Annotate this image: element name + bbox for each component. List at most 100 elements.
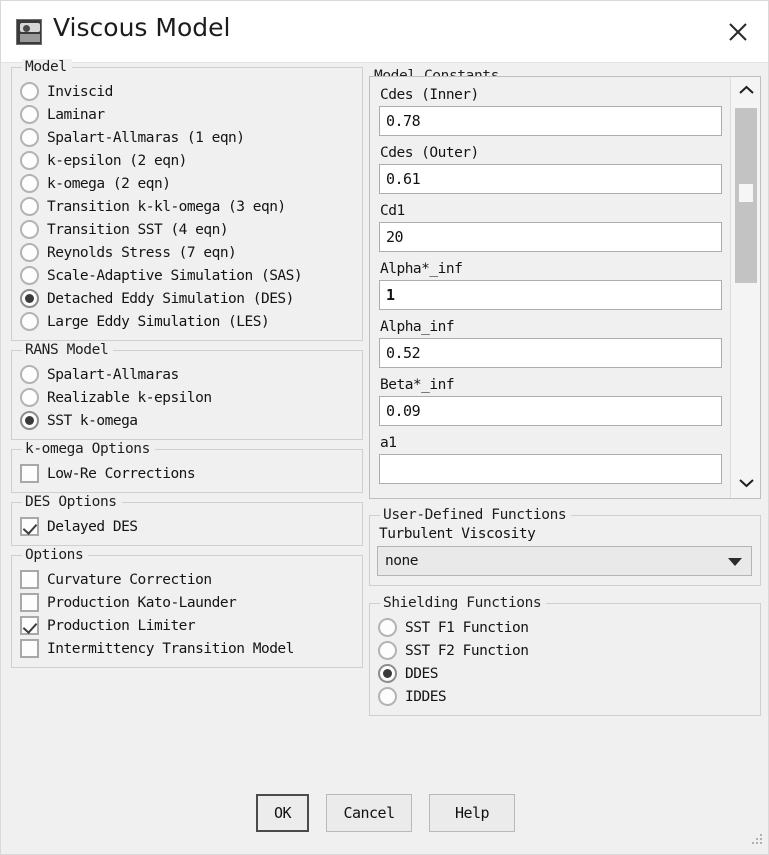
cancel-button[interactable]: Cancel: [326, 794, 413, 832]
radio-label: Inviscid: [47, 83, 113, 100]
radio-label: Spalart-Allmaras (1 eqn): [47, 129, 245, 146]
radio-label: Scale-Adaptive Simulation (SAS): [47, 267, 303, 284]
radio-label: Reynolds Stress (7 eqn): [47, 244, 237, 261]
checkbox-intermittency-transition-model[interactable]: Intermittency Transition Model: [20, 637, 356, 660]
turbulent-viscosity-dropdown[interactable]: none: [377, 546, 752, 576]
checkbox-production-kato-launder[interactable]: Production Kato-Launder: [20, 591, 356, 614]
rans-model-group-items: Spalart-Allmaras Realizable k-epsilon SS…: [12, 351, 362, 439]
dialog-button-row: OK Cancel Help: [1, 794, 768, 832]
input-alpha-inf[interactable]: [379, 338, 722, 368]
radio-sst-f1-function[interactable]: SST F1 Function: [378, 616, 754, 639]
k-omega-options-group: k-omega Options Low-Re Corrections: [11, 441, 363, 493]
page-title: Viscous Model: [53, 13, 231, 42]
radio-label: Realizable k-epsilon: [47, 389, 212, 406]
rans-model-group-legend: RANS Model: [22, 342, 114, 358]
radio-transition-sst[interactable]: Transition SST (4 eqn): [20, 218, 356, 241]
right-column: Model Constants Cdes (Inner) Cdes (Outer…: [369, 67, 761, 725]
checkbox-indicator: [20, 639, 39, 658]
radio-scale-adaptive-simulation[interactable]: Scale-Adaptive Simulation (SAS): [20, 264, 356, 287]
checkbox-label: Production Kato-Launder: [47, 594, 237, 611]
label-beta-star-inf: Beta*_inf: [380, 377, 455, 393]
turbulent-viscosity-label: Turbulent Viscosity: [379, 526, 536, 542]
input-cdes-outer[interactable]: [379, 164, 722, 194]
radio-indicator: [378, 618, 397, 637]
radio-indicator: [20, 220, 39, 239]
checkbox-delayed-des[interactable]: Delayed DES: [20, 515, 356, 538]
radio-spalart-allmaras[interactable]: Spalart-Allmaras (1 eqn): [20, 126, 356, 149]
radio-detached-eddy-simulation[interactable]: Detached Eddy Simulation (DES): [20, 287, 356, 310]
radio-indicator: [378, 687, 397, 706]
model-group-legend: Model: [22, 59, 72, 75]
radio-iddes[interactable]: IDDES: [378, 685, 754, 708]
radio-sst-f2-function[interactable]: SST F2 Function: [378, 639, 754, 662]
rans-model-group: RANS Model Spalart-Allmaras Realizable k…: [11, 342, 363, 440]
left-column: Model Inviscid Laminar Spalart-Allmaras …: [11, 59, 363, 677]
input-cdes-inner[interactable]: [379, 106, 722, 136]
chevron-down-icon[interactable]: [731, 470, 760, 498]
checkbox-indicator: [20, 570, 39, 589]
radio-indicator: [20, 82, 39, 101]
radio-k-epsilon[interactable]: k-epsilon (2 eqn): [20, 149, 356, 172]
scrollbar-thumb[interactable]: [735, 108, 757, 283]
radio-label: IDDES: [405, 688, 447, 705]
model-constants-scrollbar[interactable]: [730, 77, 760, 498]
radio-reynolds-stress[interactable]: Reynolds Stress (7 eqn): [20, 241, 356, 264]
user-defined-functions-legend: User-Defined Functions: [380, 507, 572, 523]
radio-indicator: [20, 365, 39, 384]
shielding-functions-items: SST F1 Function SST F2 Function DDES IDD…: [370, 604, 760, 715]
radio-label: Laminar: [47, 106, 105, 123]
title-bar: Viscous Model: [1, 1, 768, 63]
label-alpha-inf: Alpha_inf: [380, 319, 455, 335]
checkbox-low-re-corrections[interactable]: Low-Re Corrections: [20, 462, 356, 485]
radio-ddes[interactable]: DDES: [378, 662, 754, 685]
checkbox-label: Low-Re Corrections: [47, 465, 196, 482]
input-alpha-star-inf[interactable]: [379, 280, 722, 310]
radio-indicator: [378, 641, 397, 660]
options-group-items: Curvature Correction Production Kato-Lau…: [12, 556, 362, 667]
radio-label: Transition k-kl-omega (3 eqn): [47, 198, 286, 215]
shielding-functions-group: Shielding Functions SST F1 Function SST …: [369, 595, 761, 716]
checkbox-curvature-correction[interactable]: Curvature Correction: [20, 568, 356, 591]
radio-rans-realizable-k-epsilon[interactable]: Realizable k-epsilon: [20, 386, 356, 409]
radio-k-omega[interactable]: k-omega (2 eqn): [20, 172, 356, 195]
k-omega-options-legend: k-omega Options: [22, 441, 155, 457]
viscous-model-icon: [16, 19, 42, 45]
radio-label: Detached Eddy Simulation (DES): [47, 290, 294, 307]
model-group: Model Inviscid Laminar Spalart-Allmaras …: [11, 59, 363, 341]
user-defined-functions-body: Turbulent Viscosity none: [370, 516, 760, 585]
radio-indicator: [20, 266, 39, 285]
checkbox-label: Delayed DES: [47, 518, 138, 535]
checkbox-indicator: [20, 517, 39, 536]
radio-transition-k-kl-omega[interactable]: Transition k-kl-omega (3 eqn): [20, 195, 356, 218]
radio-indicator: [20, 411, 39, 430]
checkbox-label: Curvature Correction: [47, 571, 212, 588]
model-group-items: Inviscid Laminar Spalart-Allmaras (1 eqn…: [12, 68, 362, 340]
checkbox-label: Intermittency Transition Model: [47, 640, 294, 657]
ok-button[interactable]: OK: [255, 794, 310, 832]
radio-laminar[interactable]: Laminar: [20, 103, 356, 126]
chevron-up-icon[interactable]: [731, 77, 760, 105]
viscous-model-dialog: Viscous Model Model Inviscid Laminar Spa…: [0, 0, 769, 855]
radio-label: Large Eddy Simulation (LES): [47, 313, 270, 330]
radio-indicator: [20, 151, 39, 170]
radio-large-eddy-simulation[interactable]: Large Eddy Simulation (LES): [20, 310, 356, 333]
radio-indicator: [20, 388, 39, 407]
radio-indicator: [20, 105, 39, 124]
radio-inviscid[interactable]: Inviscid: [20, 80, 356, 103]
chevron-down-icon: [728, 558, 742, 566]
label-a1: a1: [380, 435, 397, 451]
input-a1[interactable]: [379, 454, 722, 484]
radio-rans-sst-k-omega[interactable]: SST k-omega: [20, 409, 356, 432]
model-constants-panel: Cdes (Inner) Cdes (Outer) Cd1 Alpha*_inf…: [369, 76, 761, 499]
input-beta-star-inf[interactable]: [379, 396, 722, 426]
input-cd1[interactable]: [379, 222, 722, 252]
label-cdes-outer: Cdes (Outer): [380, 145, 479, 161]
help-button[interactable]: Help: [429, 794, 516, 832]
close-icon[interactable]: [720, 15, 756, 49]
turbulent-viscosity-value: none: [385, 553, 418, 569]
radio-label: SST k-omega: [47, 412, 138, 429]
resize-grip[interactable]: [748, 832, 764, 848]
checkbox-production-limiter[interactable]: Production Limiter: [20, 614, 356, 637]
checkbox-indicator: [20, 464, 39, 483]
radio-rans-spalart-allmaras[interactable]: Spalart-Allmaras: [20, 363, 356, 386]
